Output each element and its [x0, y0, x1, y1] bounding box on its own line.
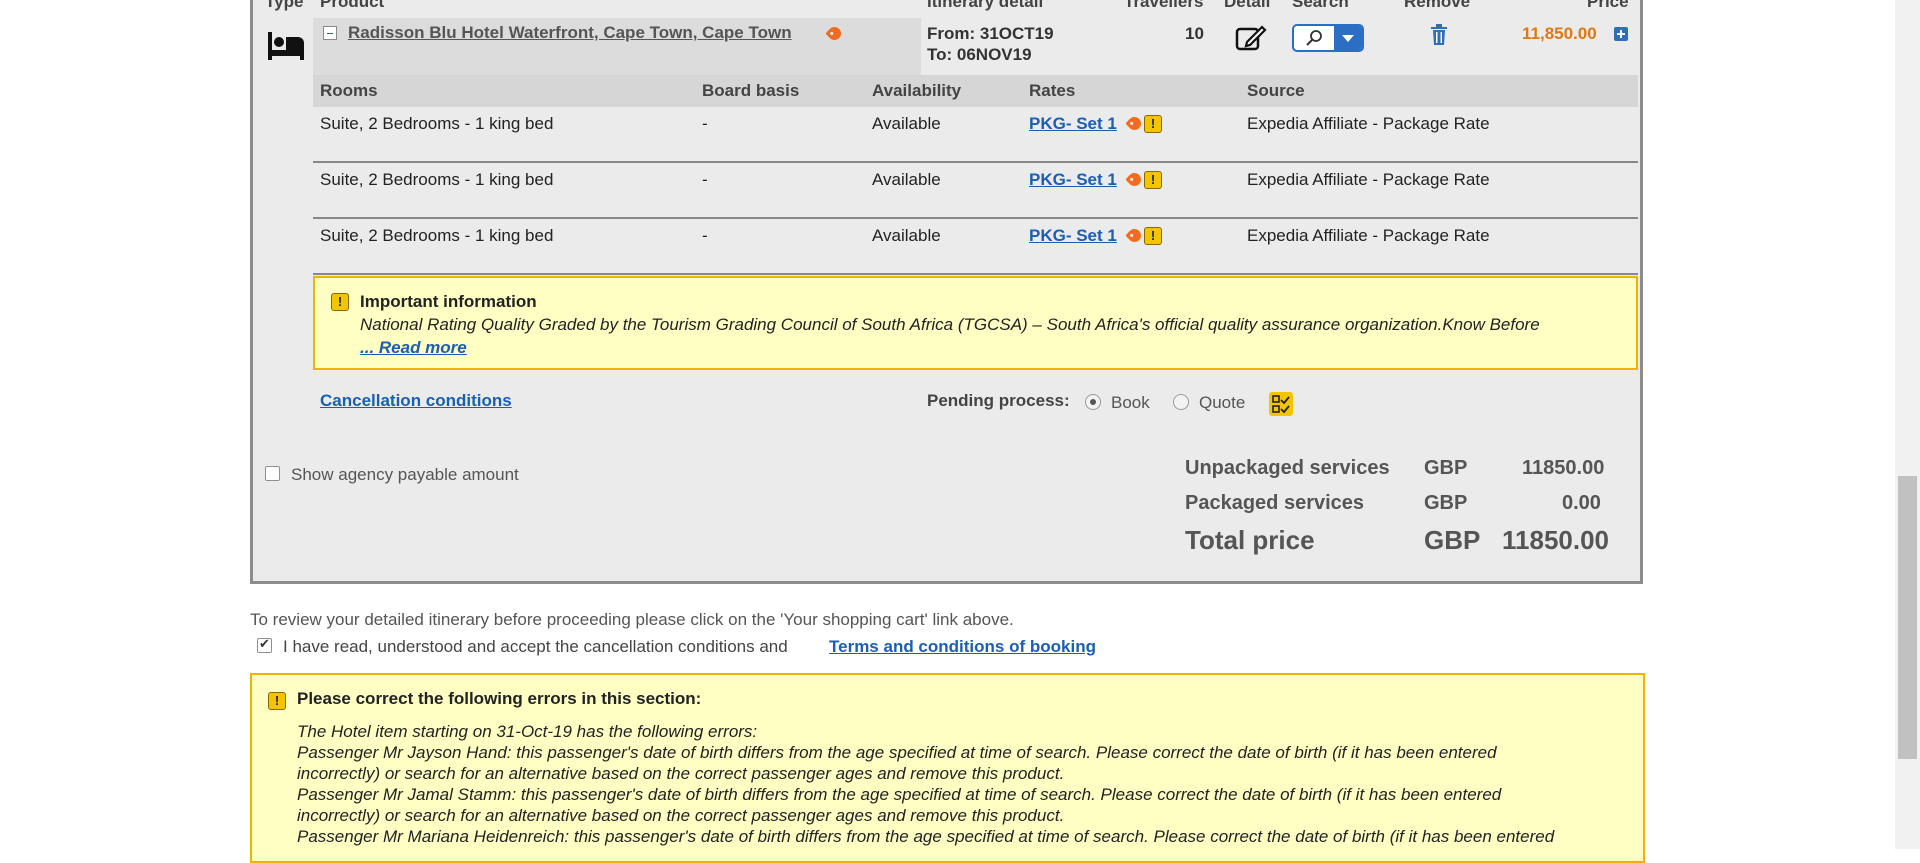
important-info-text: National Rating Quality Graded by the To…: [360, 315, 1540, 334]
source-header: Source: [1247, 81, 1305, 100]
unpackaged-currency: GBP: [1424, 457, 1468, 479]
rooms-header: Rooms: [320, 81, 378, 100]
book-radio-label: Book: [1111, 393, 1150, 412]
availability: Available: [872, 114, 941, 133]
travellers-count: 10: [1185, 24, 1204, 43]
header-product: Product: [320, 0, 385, 11]
rate-source: Expedia Affiliate - Package Rate: [1247, 226, 1490, 245]
warning-icon: !: [1144, 171, 1162, 189]
bed-icon: [266, 30, 306, 67]
header-travellers: Travellers: [1124, 0, 1204, 11]
agency-payable-checkbox[interactable]: [265, 466, 280, 481]
quote-radio-label: Quote: [1199, 393, 1246, 412]
board-basis: -: [702, 226, 708, 245]
total-price-value: 11850.00: [1502, 525, 1610, 555]
hotel-name-link[interactable]: Radisson Blu Hotel Waterfront, Cape Town…: [348, 23, 792, 43]
packaged-value: 0.00: [1562, 492, 1601, 514]
board-basis: -: [702, 114, 708, 133]
accept-terms-label: I have read, understood and accept the c…: [283, 637, 788, 656]
availability-header: Availability: [872, 81, 962, 100]
header-search: Search: [1292, 0, 1349, 11]
warning-icon: !: [331, 293, 349, 311]
review-note: To review your detailed itinerary before…: [250, 610, 1014, 629]
collapse-icon[interactable]: [323, 26, 337, 40]
header-remove: Remove: [1404, 0, 1471, 11]
itinerary-to: To: 06NOV19: [927, 45, 1032, 64]
room-type: Suite, 2 Bedrooms - 1 king bed: [320, 170, 554, 189]
room-type: Suite, 2 Bedrooms - 1 king bed: [320, 226, 554, 245]
board-header: Board basis: [702, 81, 800, 100]
important-info-title: Important information: [360, 292, 537, 311]
unpackaged-label: Unpackaged services: [1185, 457, 1390, 479]
trash-icon[interactable]: [1430, 24, 1448, 51]
edit-detail-icon[interactable]: [1235, 24, 1267, 57]
header-detail: Detail: [1224, 0, 1271, 11]
header-type: Type: [265, 0, 304, 11]
warning-icon: !: [1144, 115, 1162, 133]
error-line: incorrectly) or search for an alternativ…: [297, 764, 1065, 783]
rate-source: Expedia Affiliate - Package Rate: [1247, 170, 1490, 189]
rate-link[interactable]: PKG- Set 1: [1029, 226, 1117, 246]
total-price-label: Total price: [1185, 525, 1315, 555]
quote-radio[interactable]: [1173, 394, 1189, 410]
header-price: Price: [1587, 0, 1629, 11]
unpackaged-value: 11850.00: [1522, 457, 1605, 479]
book-radio[interactable]: [1085, 394, 1101, 410]
rates-header: Rates: [1029, 81, 1076, 100]
error-line: The Hotel item starting on 31-Oct-19 has…: [297, 722, 758, 741]
rooms-header-row: [313, 75, 1638, 107]
availability: Available: [872, 226, 941, 245]
error-line: Passenger Mr Mariana Heidenreich: this p…: [297, 827, 1555, 846]
rate-link[interactable]: PKG- Set 1: [1029, 114, 1117, 134]
pending-process-label: Pending process:: [927, 391, 1070, 410]
warning-icon: !: [268, 692, 286, 710]
scrollbar-thumb[interactable]: [1898, 476, 1917, 759]
cancellation-conditions-link[interactable]: Cancellation conditions: [320, 391, 512, 411]
read-more-link[interactable]: ... Read more: [360, 338, 467, 358]
chevron-down-icon[interactable]: [1334, 26, 1362, 50]
board-basis: -: [702, 170, 708, 189]
agency-payable-label: Show agency payable amount: [291, 465, 519, 484]
packaged-currency: GBP: [1424, 492, 1468, 514]
room-type: Suite, 2 Bedrooms - 1 king bed: [320, 114, 554, 133]
magnifier-icon: [1294, 26, 1334, 50]
terms-conditions-link[interactable]: Terms and conditions of booking: [829, 637, 1096, 657]
expand-plus-icon[interactable]: [1614, 27, 1628, 41]
checklist-icon[interactable]: [1269, 392, 1293, 421]
error-line: Passenger Mr Jayson Hand: this passenger…: [297, 743, 1497, 762]
packaged-label: Packaged services: [1185, 492, 1365, 514]
error-line: incorrectly) or search for an alternativ…: [297, 806, 1065, 825]
error-line: Passenger Mr Jamal Stamm: this passenger…: [297, 785, 1502, 804]
total-price-currency: GBP: [1424, 525, 1481, 555]
rate-source: Expedia Affiliate - Package Rate: [1247, 114, 1490, 133]
header-itinerary: Itinerary detail: [927, 0, 1044, 11]
search-dropdown-button[interactable]: [1292, 24, 1364, 52]
accept-terms-checkbox[interactable]: [257, 636, 272, 653]
rate-link[interactable]: PKG- Set 1: [1029, 170, 1117, 190]
itinerary-from: From: 31OCT19: [927, 24, 1054, 43]
warning-icon: !: [1144, 227, 1162, 245]
availability: Available: [872, 170, 941, 189]
item-price: 11,850.00: [1522, 24, 1597, 43]
error-title: Please correct the following errors in t…: [297, 689, 702, 708]
